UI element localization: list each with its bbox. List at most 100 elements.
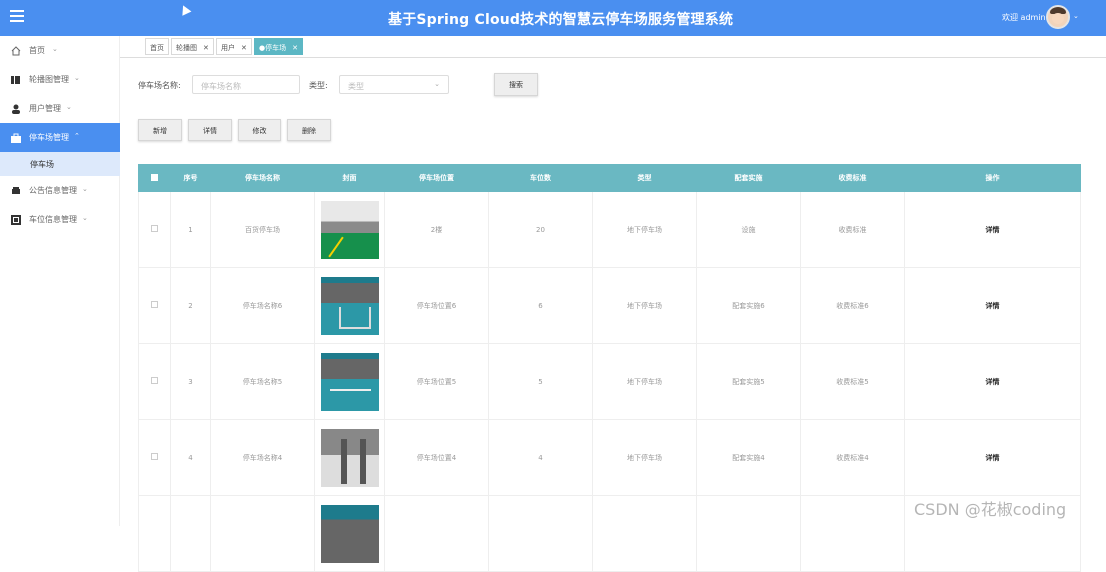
sidebar-item-label: 车位信息管理 — [29, 215, 77, 224]
index-cell: 1 — [170, 191, 211, 268]
menu-icon[interactable] — [10, 10, 24, 24]
chevron-down-icon: ⌄ — [82, 214, 88, 222]
table-row: 2 停车场名称6 停车场位置6 6 地下停车场 配套实施6 收费标准6 详情 — [138, 267, 1081, 344]
grid-icon — [11, 215, 21, 225]
column-header: 收费标准 — [800, 164, 905, 192]
type-placeholder: 类型 — [348, 82, 364, 91]
tab-label: 轮播图 — [176, 44, 197, 52]
parking-cover-image — [320, 504, 379, 563]
spaces-cell: 20 — [488, 191, 593, 268]
column-header: 车位数 — [488, 164, 593, 192]
delete-button[interactable]: 删除 — [287, 119, 331, 141]
avatar[interactable] — [1046, 5, 1070, 29]
spaces-cell — [488, 495, 593, 572]
facilities-cell: 配套实施4 — [696, 419, 801, 496]
tab-users[interactable]: 用户 ✕ — [216, 38, 252, 55]
sidebar-item-label: 停车场管理 — [29, 133, 69, 142]
cover-cell — [314, 267, 385, 344]
search-button[interactable]: 搜索 — [494, 73, 538, 96]
parking-cover-image — [320, 428, 379, 487]
name-cell: 百货停车场 — [210, 191, 315, 268]
row-checkbox[interactable] — [138, 191, 171, 268]
sidebar-item-users[interactable]: 用户管理 ⌄ — [0, 94, 120, 123]
user-icon — [12, 104, 20, 114]
sidebar: 首页 ⌄ 轮播图管理 ⌄ 用户管理 ⌄ 停车场管理 ⌃ 停车场 公告信息管理 ⌄… — [0, 36, 120, 526]
sidebar-item-carousel[interactable]: 轮播图管理 ⌄ — [0, 65, 120, 94]
fee-cell: 收费标准 — [800, 191, 905, 268]
tab-home[interactable]: 首页 — [145, 38, 169, 55]
details-link[interactable]: 详情 — [904, 191, 1081, 268]
fee-cell — [800, 495, 905, 572]
parking-cover-image — [320, 352, 379, 411]
type-select[interactable]: 类型 ⌄ — [339, 75, 449, 94]
location-cell: 停车场位置4 — [384, 419, 489, 496]
fee-cell: 收费标准6 — [800, 267, 905, 344]
index-cell: 4 — [170, 419, 211, 496]
spaces-cell: 6 — [488, 267, 593, 344]
type-cell: 地下停车场 — [592, 191, 697, 268]
row-checkbox[interactable] — [138, 343, 171, 420]
chevron-down-icon: ⌄ — [434, 80, 440, 88]
tab-label: 首页 — [150, 44, 164, 52]
name-cell — [210, 495, 315, 572]
sidebar-item-parking[interactable]: 停车场管理 ⌃ — [0, 123, 120, 152]
location-cell: 停车场位置5 — [384, 343, 489, 420]
sidebar-subitem-label: 停车场 — [30, 160, 54, 169]
sidebar-item-label: 首页 — [29, 46, 45, 55]
type-cell — [592, 495, 697, 572]
details-link[interactable]: 详情 — [904, 343, 1081, 420]
spaces-cell: 5 — [488, 343, 593, 420]
sidebar-item-home[interactable]: 首页 ⌄ — [0, 36, 120, 65]
close-icon[interactable]: ✕ — [241, 44, 247, 52]
details-link[interactable]: 详情 — [904, 419, 1081, 496]
chevron-up-icon: ⌃ — [74, 132, 80, 140]
parking-name-placeholder: 停车场名称 — [201, 82, 241, 91]
sidebar-item-label: 公告信息管理 — [29, 186, 77, 195]
type-cell: 地下停车场 — [592, 343, 697, 420]
parking-name-input[interactable]: 停车场名称 — [192, 75, 300, 94]
sidebar-item-spaces[interactable]: 车位信息管理 ⌄ — [0, 205, 120, 234]
carousel-icon — [11, 76, 20, 84]
chevron-down-icon: ⌄ — [66, 103, 72, 111]
facilities-cell: 设施 — [696, 191, 801, 268]
chevron-down-icon: ⌄ — [82, 185, 88, 193]
column-header: 封面 — [314, 164, 385, 192]
table-row: 4 停车场名称4 停车场位置4 4 地下停车场 配套实施4 收费标准4 详情 — [138, 419, 1081, 496]
sidebar-item-label: 轮播图管理 — [29, 75, 69, 84]
location-cell: 2楼 — [384, 191, 489, 268]
index-cell: 2 — [170, 267, 211, 344]
details-link[interactable]: 详情 — [904, 267, 1081, 344]
column-header: 停车场位置 — [384, 164, 489, 192]
app-title: 基于Spring Cloud技术的智慧云停车场服务管理系统 — [388, 12, 734, 28]
select-all-checkbox[interactable] — [138, 164, 171, 192]
cover-cell — [314, 343, 385, 420]
sidebar-item-announcements[interactable]: 公告信息管理 ⌄ — [0, 176, 120, 205]
chevron-down-icon[interactable]: ⌄ — [1073, 12, 1079, 20]
close-icon[interactable]: ✕ — [292, 44, 298, 52]
home-icon — [11, 46, 21, 56]
row-checkbox[interactable] — [138, 267, 171, 344]
cursor-icon — [178, 3, 192, 16]
tab-parking[interactable]: ●停车场 ✕ — [254, 38, 303, 55]
name-cell: 停车场名称5 — [210, 343, 315, 420]
edit-button[interactable]: 修改 — [238, 119, 281, 141]
facilities-cell: 配套实施6 — [696, 267, 801, 344]
close-icon[interactable]: ✕ — [203, 44, 209, 52]
index-cell — [170, 495, 211, 572]
top-bar: 基于Spring Cloud技术的智慧云停车场服务管理系统 欢迎 admin ⌄ — [0, 0, 1106, 36]
row-checkbox[interactable] — [138, 419, 171, 496]
tab-label: 用户 — [221, 44, 235, 52]
tab-bar: 首页 轮播图 ✕ 用户 ✕ ●停车场 ✕ — [120, 36, 1106, 58]
parking-cover-image — [320, 200, 379, 259]
column-header: 操作 — [904, 164, 1081, 192]
sidebar-item-label: 用户管理 — [29, 104, 61, 113]
row-checkbox[interactable] — [138, 495, 171, 572]
add-button[interactable]: 新增 — [138, 119, 182, 141]
tab-carousel[interactable]: 轮播图 ✕ — [171, 38, 214, 55]
table-header-row: 序号 停车场名称 封面 停车场位置 车位数 类型 配套实施 收费标准 操作 — [138, 164, 1081, 192]
welcome-text: 欢迎 admin — [1002, 13, 1046, 22]
sidebar-subitem-parking[interactable]: 停车场 — [0, 152, 120, 176]
details-button[interactable]: 详情 — [188, 119, 232, 141]
name-cell: 停车场名称4 — [210, 419, 315, 496]
location-cell: 停车场位置6 — [384, 267, 489, 344]
